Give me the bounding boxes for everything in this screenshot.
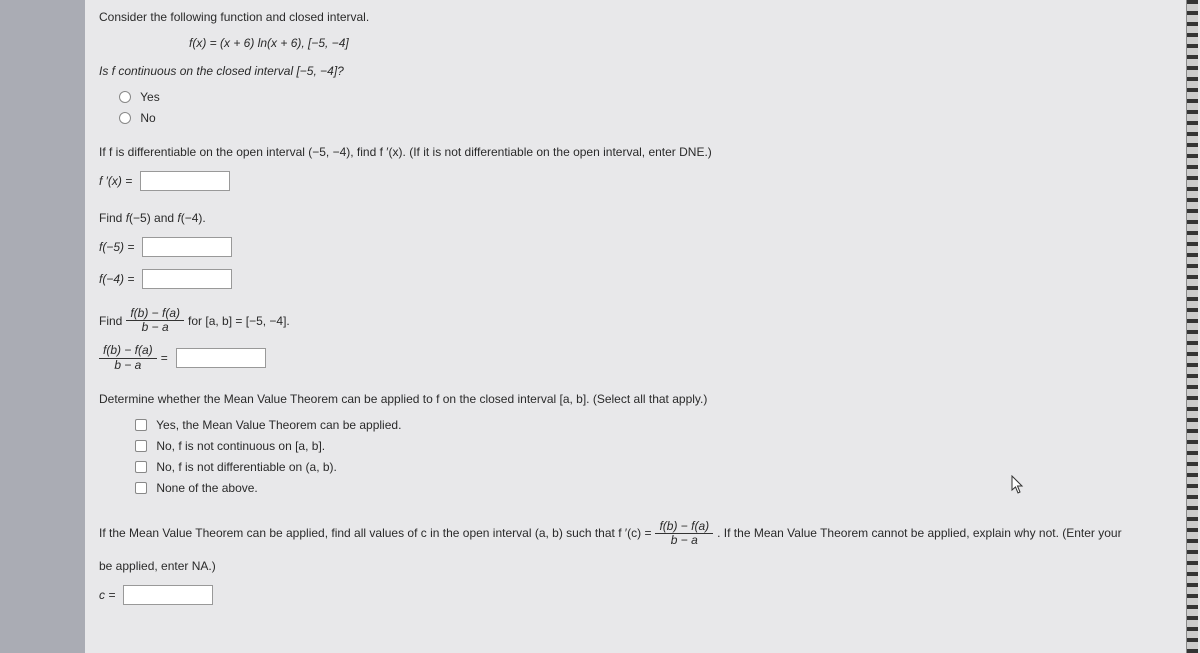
q5-check-2[interactable] [135, 440, 147, 452]
q3-f5-label: f(−5) = [99, 238, 134, 256]
q6-frac-den: b − a [655, 534, 713, 547]
q2-input-fprime[interactable] [140, 171, 230, 191]
q1-radio-no[interactable] [119, 112, 131, 124]
q4-prompt-post: for [a, b] = [−5, −4]. [188, 312, 290, 330]
function-definition: f(x) = (x + 6) ln(x + 6), [−5, −4] [189, 36, 1186, 50]
q4-equals: = [161, 349, 168, 367]
q3-input-f4[interactable] [142, 269, 232, 289]
q5-check-4[interactable] [135, 482, 147, 494]
q4-input-diffq[interactable] [176, 348, 266, 368]
q6-input-c[interactable] [123, 585, 213, 605]
q4-prompt: Find f(b) − f(a) b − a for [a, b] = [−5,… [99, 307, 1186, 334]
q4-prompt-pre: Find [99, 312, 122, 330]
q6-prompt-line1: If the Mean Value Theorem can be applied… [99, 520, 1122, 547]
q1-prompt: Is f continuous on the closed interval [… [99, 62, 1186, 80]
q2-prompt: If f is differentiable on the open inter… [99, 143, 1186, 161]
q6-pre: If the Mean Value Theorem can be applied… [99, 524, 651, 542]
q4-frac-num: f(b) − f(a) [126, 307, 184, 321]
q4-ans-den: b − a [99, 359, 157, 372]
q1-no-label: No [140, 111, 155, 125]
q4-frac-den: b − a [126, 321, 184, 334]
q1-radio-yes[interactable] [119, 91, 131, 103]
q6-label: c = [99, 586, 115, 604]
q5-opt3: No, f is not differentiable on (a, b). [156, 460, 337, 474]
q6-frac-num: f(b) − f(a) [655, 520, 713, 534]
q2-label: f ′(x) = [99, 172, 132, 190]
q3-prompt: Find f(−5) and f(−4). [99, 209, 1186, 227]
q4-ans-num: f(b) − f(a) [99, 344, 157, 358]
q5-check-1[interactable] [135, 419, 147, 431]
q6-prompt-line2: be applied, enter NA.) [99, 557, 1186, 575]
notebook-binding [1186, 0, 1198, 653]
q3-f4-label: f(−4) = [99, 270, 134, 288]
q6-post: . If the Mean Value Theorem cannot be ap… [717, 524, 1121, 542]
q4-frac: f(b) − f(a) b − a [126, 307, 184, 334]
q5-prompt: Determine whether the Mean Value Theorem… [99, 390, 1186, 408]
q5-opt2: No, f is not continuous on [a, b]. [156, 439, 325, 453]
q1-yes-label: Yes [140, 90, 160, 104]
q3-input-f5[interactable] [142, 237, 232, 257]
intro-text: Consider the following function and clos… [99, 8, 1186, 26]
q5-opt1: Yes, the Mean Value Theorem can be appli… [156, 418, 401, 432]
q5-check-3[interactable] [135, 461, 147, 473]
q5-opt4: None of the above. [156, 481, 257, 495]
q4-ans-frac: f(b) − f(a) b − a [99, 344, 157, 371]
q6-frac: f(b) − f(a) b − a [655, 520, 713, 547]
